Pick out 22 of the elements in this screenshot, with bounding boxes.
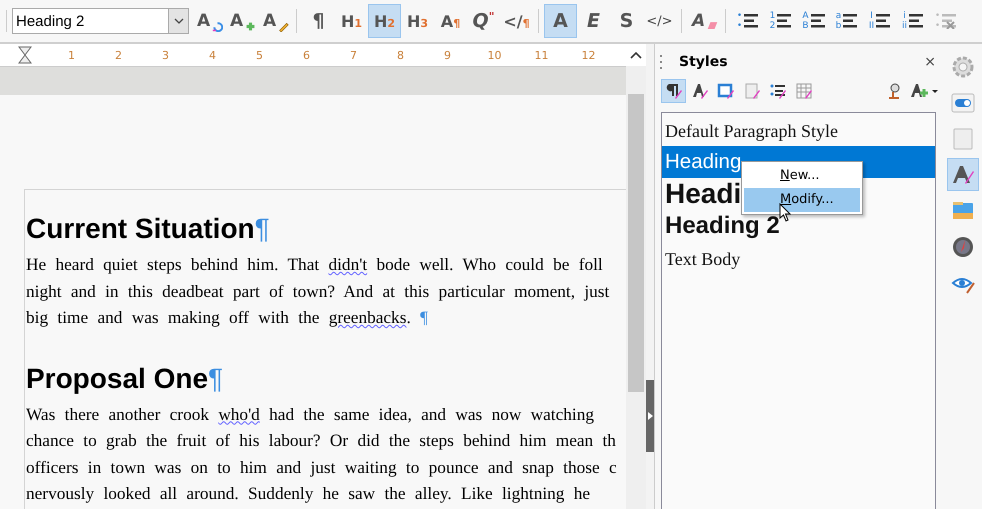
ruler-number: 11 [534,48,550,62]
paragraph-line: nervously looked all around. Suddenly he saw the alley. Like lightning he [26,483,592,505]
paragraph-line: big time and was making off with the greenbacks. ¶ [26,307,429,329]
ruler-number: 7 [349,48,358,62]
ruler-number: 9 [443,48,452,62]
document-heading: Current Situation¶ [26,212,271,246]
paragraph-line: officers in town was on to him and just waiting to pounce and snap those c [26,456,618,479]
ruler-number: 8 [396,48,405,62]
ruler-number: 2 [114,48,123,62]
ruler-number: 1 [67,48,76,62]
paragraph-line: night and in this deadbeat part of town? And at this particular moment, just [26,280,610,303]
ruler-number: 3 [161,48,170,62]
document-heading: Proposal One¶ [26,362,224,396]
ruler-number: 4 [208,48,217,62]
ruler-number: 12 [580,48,596,62]
ruler-number: 6 [302,48,311,62]
panel-title: Styles [679,54,729,70]
ruler-number: 5 [255,48,264,62]
paragraph-line: He heard quiet steps behind him. That didn't bode well. Who could be foll [26,254,604,276]
paragraph-line: chance to grab the fruit of his labour? Or did the steps behind him mean th [26,430,617,452]
paragraph-line: Was there another crook who'd had the same idea, and was now watching [26,404,595,426]
ruler-number: 10 [486,48,502,62]
